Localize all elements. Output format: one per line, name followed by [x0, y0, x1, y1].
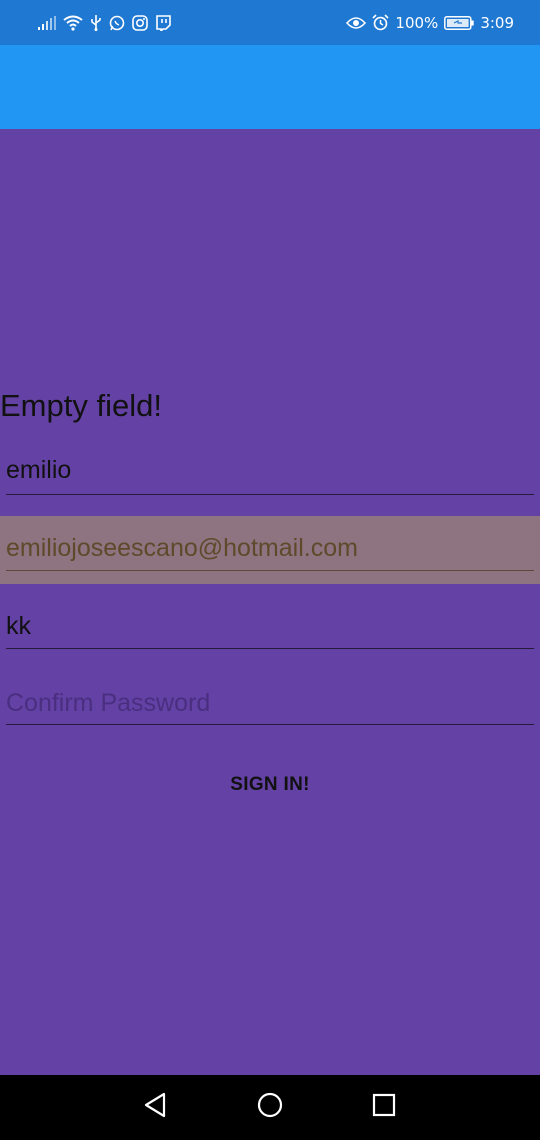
wifi-icon: [63, 15, 83, 31]
status-right-icons: 100% 3:09: [346, 14, 514, 32]
battery-percent: 100%: [395, 13, 439, 32]
name-field-underline: [6, 494, 534, 495]
app-bar: [0, 45, 540, 129]
back-icon: [143, 1092, 167, 1123]
battery-icon: [444, 15, 475, 30]
recents-icon: [372, 1093, 396, 1122]
status-bar: 100% 3:09: [0, 0, 540, 45]
name-field[interactable]: emilio: [0, 447, 540, 497]
status-left-icons: [38, 14, 171, 31]
instagram-icon: [132, 14, 148, 31]
confirm-password-field[interactable]: Confirm Password: [0, 679, 540, 729]
recents-button[interactable]: [354, 1075, 414, 1140]
sign-in-button[interactable]: SIGN IN!: [200, 767, 340, 803]
email-field-value[interactable]: emiliojoseescano@hotmail.com: [6, 534, 534, 563]
name-field-value[interactable]: emilio: [6, 456, 534, 485]
signal-icon: [38, 15, 56, 30]
home-icon: [256, 1091, 284, 1124]
home-button[interactable]: [240, 1075, 300, 1140]
email-field[interactable]: emiliojoseescano@hotmail.com: [0, 516, 540, 584]
email-field-underline: [6, 570, 534, 571]
twitch-icon: [155, 14, 171, 31]
password-field-underline: [6, 648, 534, 649]
password-field[interactable]: kk: [0, 601, 540, 651]
error-message: Empty field!: [0, 388, 162, 423]
status-time: 3:09: [480, 13, 514, 32]
signup-form: Empty field! emilio emiliojoseescano@hot…: [0, 129, 540, 1075]
password-field-value[interactable]: kk: [6, 612, 534, 641]
alarm-icon: [372, 14, 389, 31]
whatsapp-icon: [109, 15, 125, 31]
navigation-bar: [0, 1075, 540, 1140]
eye-icon: [346, 16, 367, 30]
back-button[interactable]: [125, 1075, 185, 1140]
confirm-password-underline: [6, 724, 534, 725]
confirm-password-placeholder[interactable]: Confirm Password: [6, 689, 534, 718]
usb-icon: [90, 14, 102, 31]
